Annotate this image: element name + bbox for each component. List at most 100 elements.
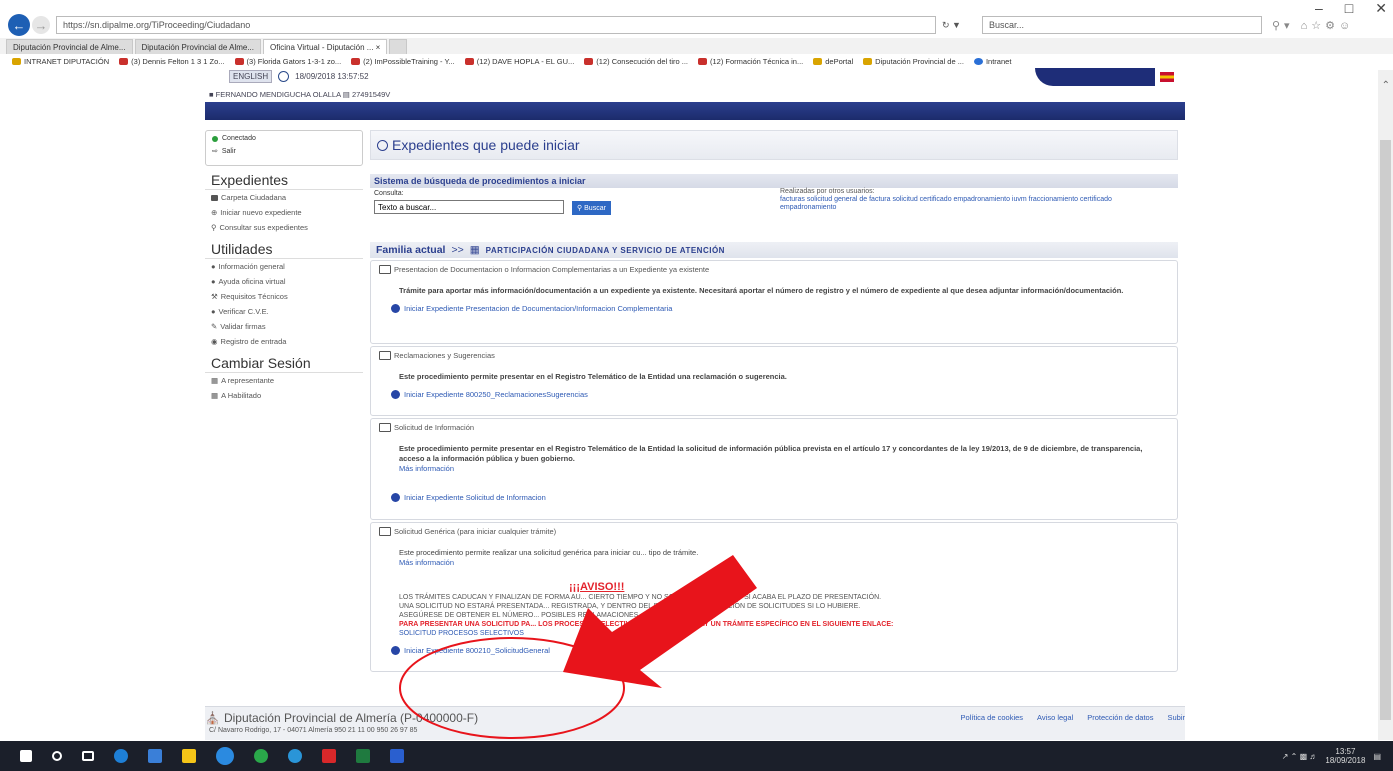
footer-link-cookies[interactable]: Política de cookies: [961, 713, 1024, 722]
folder-icon[interactable]: [148, 749, 162, 763]
task-view-icon[interactable]: [82, 751, 94, 761]
folder-icon: [379, 527, 391, 536]
back-arrow-icon[interactable]: ←: [8, 14, 30, 36]
site-footer: ⛪ Diputación Provincial de Almería (P-040…: [205, 706, 1185, 740]
refresh-icon[interactable]: ↻ ▼: [942, 20, 982, 31]
sidebar-item-carpeta[interactable]: Carpeta Ciudadana: [205, 190, 363, 205]
ie-icon[interactable]: [216, 747, 234, 765]
arrow-circle-icon: [391, 304, 400, 313]
page-icon: [863, 57, 873, 65]
browser-tab-active[interactable]: Oficina Virtual - Diputación ... ×: [263, 39, 388, 54]
grid-icon: ▦: [211, 376, 219, 385]
more-info-link[interactable]: Más información: [379, 464, 1169, 473]
browser-tab[interactable]: Diputación Provincial de Alme...: [6, 39, 133, 54]
info-icon: ●: [211, 262, 216, 271]
youtube-icon: [351, 57, 361, 65]
connected-icon: [212, 135, 218, 142]
institution-icon: ⛪: [205, 711, 220, 725]
star-icon: [12, 57, 21, 65]
sidebar-item-iniciar[interactable]: ⊕ Iniciar nuevo expediente: [205, 205, 363, 220]
page-icon: [813, 57, 823, 65]
favorite-item[interactable]: (12) DAVE HOPLA - EL GU...: [464, 57, 574, 66]
youtube-icon: [584, 57, 594, 65]
favorite-item[interactable]: (3) Florida Gators 1-3-1 zo...: [234, 57, 341, 66]
browser-tab[interactable]: Diputación Provincial de Alme...: [134, 39, 261, 54]
favorite-item[interactable]: (12) Consecución del tiro ...: [584, 57, 688, 66]
search-icon[interactable]: [52, 751, 62, 761]
favorite-item[interactable]: (2) ImPossibleTraining - Y...: [351, 57, 455, 66]
scrollbar-thumb[interactable]: [1380, 140, 1391, 720]
arrow-circle-icon: [391, 646, 400, 655]
folder-icon: [379, 265, 391, 274]
logout-icon: ⇨: [212, 148, 218, 155]
sidebar-item-info[interactable]: ● Información general: [205, 259, 363, 274]
search-label: Consulta:: [374, 190, 404, 197]
browser-search-input[interactable]: Buscar...: [982, 16, 1262, 34]
url-input[interactable]: https://sn.dipalme.org/TiProceeding/Ciud…: [56, 16, 936, 34]
procedure-card: Presentacion de Documentacion o Informac…: [370, 260, 1178, 344]
main-content: Expedientes que puede iniciar Sistema de…: [370, 130, 1178, 672]
chrome-icon[interactable]: [254, 749, 268, 763]
favorite-item[interactable]: Diputación Provincial de ...: [863, 57, 964, 66]
start-procedure-link[interactable]: Iniciar Expediente 800250_ReclamacionesS…: [379, 390, 1169, 399]
search-button[interactable]: ⚲ Buscar: [572, 201, 611, 215]
excel-icon[interactable]: [356, 749, 370, 763]
windows-start-icon[interactable]: [20, 750, 32, 762]
favorite-item[interactable]: (12) Formación Técnica in...: [698, 57, 803, 66]
procedure-card: Reclamaciones y Sugerencias Este procedi…: [370, 346, 1178, 416]
browser-window: – □ ✕ ← → https://sn.dipalme.org/TiProce…: [0, 0, 1393, 771]
sidebar-heading: Utilidades: [205, 241, 363, 259]
favorite-item[interactable]: Intranet: [973, 57, 1011, 66]
sidebar-item-validar[interactable]: ✎ Validar firmas: [205, 319, 363, 334]
sidebar-item-consultar[interactable]: ⚲ Consultar sus expedientes: [205, 220, 363, 235]
procedure-title: Reclamaciones y Sugerencias: [394, 351, 495, 360]
flag-icon: [1160, 72, 1174, 82]
footer-link-top[interactable]: Subir: [1167, 713, 1185, 722]
family-name[interactable]: PARTICIPACIÓN CIUDADANA Y SERVICIO DE AT…: [486, 246, 725, 255]
globe-icon[interactable]: [288, 749, 302, 763]
popular-search-links[interactable]: facturas solicitud general de factura so…: [780, 196, 1160, 212]
logout-link[interactable]: ⇨ Salir: [212, 147, 356, 156]
selection-process-link[interactable]: SOLICITUD PROCESOS SELECTIVOS: [379, 629, 1169, 638]
scroll-up-icon[interactable]: ⌃: [1382, 80, 1390, 91]
check-icon: ●: [211, 307, 216, 316]
sidebar-item-registro[interactable]: ◉ Registro de entrada: [205, 334, 363, 349]
start-procedure-link[interactable]: Iniciar Expediente Presentacion de Docum…: [379, 304, 1169, 313]
store-icon[interactable]: [182, 749, 196, 763]
favorite-item[interactable]: (3) Dennis Felton 1 3 1 Zo...: [119, 57, 225, 66]
procedure-description: Este procedimiento permite presentar en …: [399, 372, 787, 381]
language-selector[interactable]: ENGLISH: [229, 70, 273, 83]
app-icon[interactable]: [390, 749, 404, 763]
sidebar-item-habilitado[interactable]: ▦ A Habilitado: [205, 388, 363, 403]
footer-links: Política de cookies Aviso legal Protecci…: [961, 713, 1186, 722]
search-input[interactable]: [374, 200, 564, 214]
toolbar-icons[interactable]: ⚲▾ ⌂☆⚙☺: [1272, 19, 1354, 32]
header-user: ■ FERNANDO MENDIGUCHA OLALLA ▤ 27491549V: [209, 90, 390, 99]
warning-text-red: PARA PRESENTAR UNA SOLICITUD PA... LOS P…: [399, 621, 894, 628]
sidebar-item-representante[interactable]: ▦ A representante: [205, 373, 363, 388]
sidebar-item-ayuda[interactable]: ● Ayuda oficina virtual: [205, 274, 363, 289]
more-info-link[interactable]: Más información: [379, 558, 1169, 567]
new-tab-button[interactable]: [389, 39, 408, 54]
sidebar-item-requisitos[interactable]: ⚒ Requisitos Técnicos: [205, 289, 363, 304]
edge-icon[interactable]: [114, 749, 128, 763]
sidebar-heading: Expedientes: [205, 172, 363, 190]
forward-arrow-icon[interactable]: →: [32, 16, 50, 34]
pdf-icon[interactable]: [322, 749, 336, 763]
notification-icon[interactable]: ▤: [1373, 752, 1381, 761]
favorite-item[interactable]: dePortal: [813, 57, 853, 66]
system-tray: ↗ ⌃ ▩ ♬ 13:57 18/09/2018 ▤: [1282, 747, 1381, 765]
sidebar-item-verificar[interactable]: ● Verificar C.V.E.: [205, 304, 363, 319]
sidebar: Conectado ⇨ Salir Expedientes Carpeta Ciu…: [205, 130, 363, 403]
folder-icon: [379, 351, 391, 360]
footer-link-privacy[interactable]: Protección de datos: [1087, 713, 1153, 722]
footer-link-legal[interactable]: Aviso legal: [1037, 713, 1073, 722]
start-procedure-link[interactable]: Iniciar Expediente 800210_SolicitudGener…: [379, 646, 1169, 655]
footer-address: C/ Navarro Rodrigo, 17 - 04071 Almería 9…: [209, 727, 418, 734]
id-card-icon: ▤: [342, 90, 350, 99]
tray-clock[interactable]: 13:57 18/09/2018: [1325, 747, 1365, 765]
start-procedure-link[interactable]: Iniciar Expediente Solicitud de Informac…: [379, 493, 1169, 502]
tray-icons[interactable]: ↗ ⌃ ▩ ♬: [1282, 752, 1318, 761]
favorite-item[interactable]: INTRANET DIPUTACIÓN: [12, 57, 109, 66]
session-status: Conectado ⇨ Salir: [205, 130, 363, 166]
